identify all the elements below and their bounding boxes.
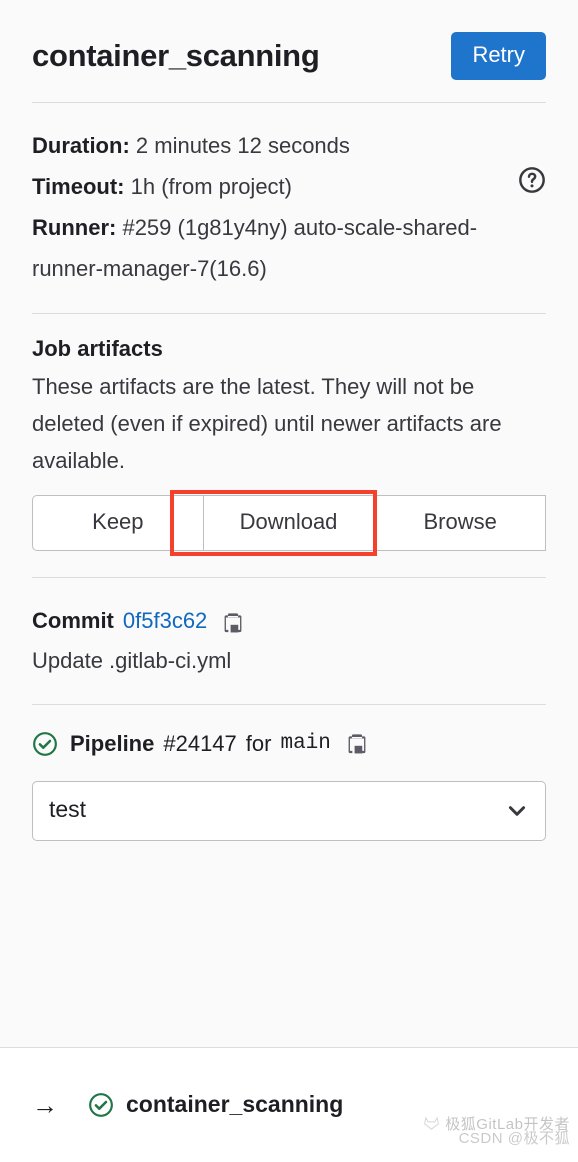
page-title: container_scanning: [32, 38, 320, 74]
commit-section: Commit 0f5f3c62 Update .gitlab-ci.yml: [32, 578, 546, 704]
artifacts-description: These artifacts are the latest. They wil…: [32, 374, 502, 474]
browse-artifacts-button[interactable]: Browse: [374, 495, 547, 552]
pipeline-section: Pipeline #24147 for main test: [32, 705, 546, 867]
keep-artifacts-button[interactable]: Keep: [32, 495, 204, 552]
stage-select[interactable]: test: [32, 781, 546, 841]
job-artifacts-section: Job artifacts These artifacts are the la…: [32, 314, 547, 577]
pipeline-for-text: for: [245, 731, 272, 757]
pipeline-ref: main: [280, 732, 331, 756]
retry-button[interactable]: Retry: [451, 32, 546, 81]
list-item[interactable]: → container_scanning: [32, 1048, 546, 1118]
watermark-line-2: CSDN @极不狐: [458, 1130, 570, 1147]
stage-select-wrapper: test: [32, 781, 546, 841]
arrow-right-icon: →: [32, 1089, 58, 1120]
job-name-label: container_scanning: [126, 1091, 344, 1117]
duration-line: Duration: 2 minutes 12 seconds: [32, 125, 546, 166]
question-circle-icon[interactable]: [518, 166, 546, 194]
runner-line: Runner: #259 (1g81y4ny) auto-scale-share…: [32, 207, 546, 289]
timeout-label: Timeout:: [32, 174, 125, 200]
clipboard-copy-icon[interactable]: [345, 732, 369, 756]
duration-value: 2 minutes 12 seconds: [135, 133, 350, 159]
commit-label: Commit: [32, 608, 114, 634]
timeout-value: 1h (from project): [130, 174, 292, 200]
commit-message: Update .gitlab-ci.yml: [32, 648, 232, 674]
job-detail-panel: container_scanning Retry Duration: 2 min…: [0, 0, 578, 1047]
clipboard-copy-icon[interactable]: [221, 609, 245, 633]
pipeline-number-link[interactable]: #24147: [163, 727, 236, 761]
stage-job-list: → container_scanning 极狐GitLab开发者 CSDN @极…: [0, 1048, 578, 1162]
timeout-line: Timeout: 1h (from project): [32, 166, 546, 207]
artifacts-button-group: Keep Download Browse: [32, 490, 547, 557]
watermark: 极狐GitLab开发者 CSDN @极不狐: [423, 1113, 570, 1148]
status-success-icon: [88, 1092, 114, 1118]
artifacts-title: Job artifacts: [32, 336, 163, 362]
status-success-icon: [32, 731, 58, 757]
job-header: container_scanning Retry: [32, 0, 546, 102]
pipeline-label: Pipeline: [70, 731, 155, 757]
job-info-block: Duration: 2 minutes 12 seconds Timeout: …: [32, 103, 546, 313]
pipeline-row: Pipeline #24147 for main: [32, 727, 546, 761]
fox-logo-icon: [423, 1116, 440, 1130]
watermark-text-1: 极狐GitLab开发者: [445, 1116, 570, 1133]
download-artifacts-button[interactable]: Download: [203, 495, 375, 552]
commit-row: Commit 0f5f3c62: [32, 602, 546, 640]
duration-label: Duration:: [32, 133, 130, 159]
commit-sha-link[interactable]: 0f5f3c62: [123, 602, 207, 640]
job-sidebar-page: container_scanning Retry Duration: 2 min…: [0, 0, 578, 1162]
runner-label: Runner:: [32, 215, 117, 241]
